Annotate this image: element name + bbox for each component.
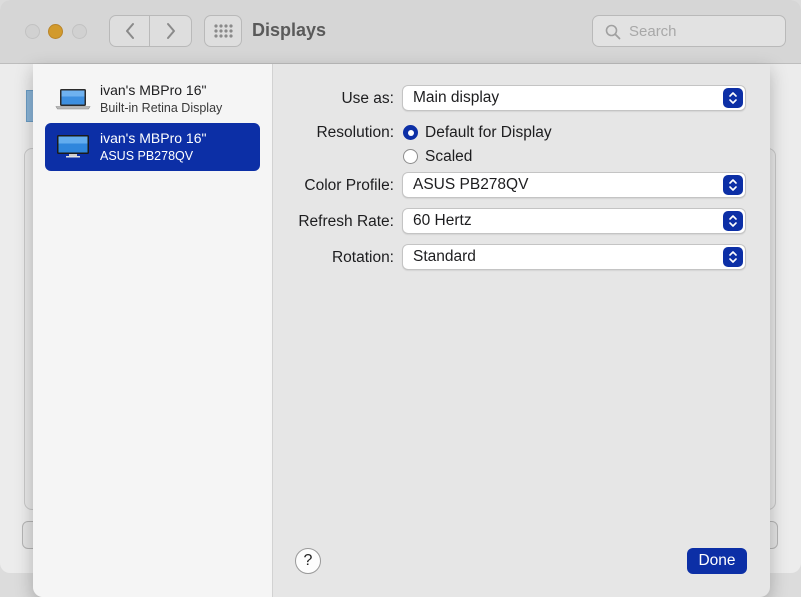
color-profile-value: ASUS PB278QV — [413, 176, 529, 193]
display-name: ivan's MBPro 16" — [100, 130, 207, 146]
display-item-asus[interactable]: ivan's MBPro 16" ASUS PB278QV — [45, 123, 260, 171]
show-all-button[interactable] — [204, 15, 242, 47]
up-down-arrows-icon — [723, 211, 743, 231]
rotation-label: Rotation: — [331, 249, 394, 266]
use-as-popup[interactable]: Main display — [402, 85, 746, 111]
laptop-icon — [55, 89, 91, 110]
window-title: Displays — [252, 20, 327, 40]
title-bar: Displays Search — [0, 0, 801, 64]
up-down-arrows-icon — [723, 88, 743, 108]
display-subtitle: Built-in Retina Display — [100, 101, 223, 115]
zoom-window-button[interactable] — [72, 24, 87, 39]
rotation-popup[interactable]: Standard — [402, 244, 746, 270]
resolution-scaled-label: Scaled — [425, 148, 473, 165]
refresh-rate-value: 60 Hertz — [413, 212, 472, 229]
use-as-label: Use as: — [341, 90, 394, 107]
display-subtitle: ASUS PB278QV — [100, 149, 194, 163]
color-profile-popup[interactable]: ASUS PB278QV — [402, 172, 746, 198]
minimize-window-button[interactable] — [48, 24, 63, 39]
back-button[interactable] — [109, 15, 150, 47]
search-field[interactable]: Search — [592, 15, 786, 47]
display-name: ivan's MBPro 16" — [100, 82, 207, 98]
resolution-scaled-radio[interactable] — [403, 149, 418, 164]
refresh-rate-label: Refresh Rate: — [298, 213, 394, 230]
resolution-label: Resolution: — [316, 124, 394, 141]
done-button[interactable]: Done — [687, 548, 747, 574]
use-as-value: Main display — [413, 89, 500, 106]
search-placeholder: Search — [629, 23, 677, 40]
help-icon: ? — [303, 552, 313, 569]
search-icon — [605, 24, 621, 40]
monitor-icon — [57, 135, 89, 158]
up-down-arrows-icon — [723, 175, 743, 195]
display-item-builtin[interactable]: ivan's MBPro 16" Built-in Retina Display — [45, 75, 260, 123]
up-down-arrows-icon — [723, 247, 743, 267]
display-settings-sheet: ivan's MBPro 16" Built-in Retina Display… — [33, 64, 770, 597]
close-window-button[interactable] — [25, 24, 40, 39]
chevron-right-icon — [166, 23, 175, 39]
grid-icon — [214, 24, 233, 38]
resolution-default-radio[interactable] — [403, 125, 418, 140]
color-profile-label: Color Profile: — [304, 177, 394, 194]
refresh-rate-popup[interactable]: 60 Hertz — [402, 208, 746, 234]
resolution-default-label: Default for Display — [425, 124, 552, 141]
display-list: ivan's MBPro 16" Built-in Retina Display… — [33, 64, 273, 597]
rotation-value: Standard — [413, 248, 476, 265]
help-button[interactable]: ? — [295, 548, 321, 574]
forward-button[interactable] — [150, 15, 192, 47]
chevron-left-icon — [125, 23, 134, 39]
